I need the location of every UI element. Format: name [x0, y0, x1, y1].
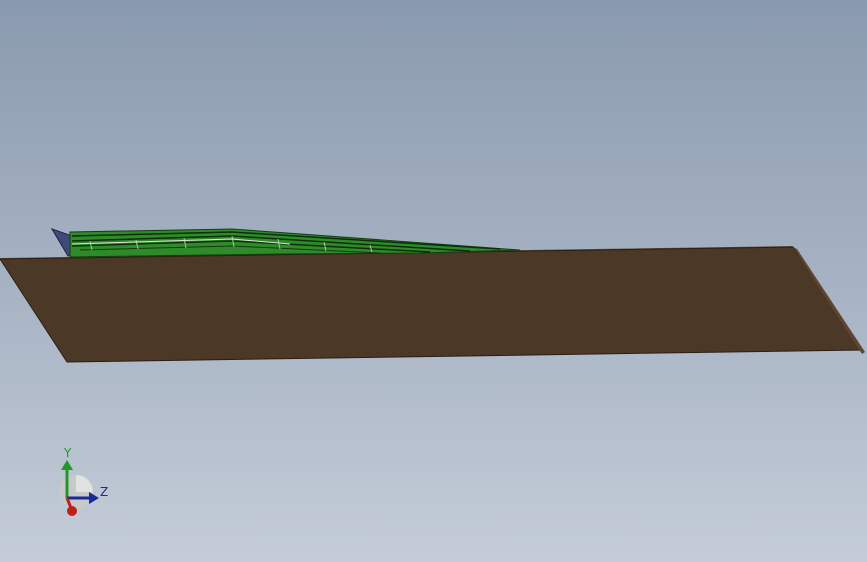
x-axis-arrow-icon [67, 506, 77, 516]
y-axis-arrow-icon [61, 460, 73, 470]
z-axis-label: Z [100, 485, 108, 499]
plate-body[interactable] [0, 246, 863, 363]
triad-sphere-shade [76, 475, 93, 492]
y-axis-label: Y [63, 446, 72, 460]
graphics-viewport[interactable]: Y Z [0, 0, 867, 562]
coordinate-triad[interactable]: Y Z [40, 440, 120, 525]
model-scene[interactable] [0, 0, 867, 562]
z-axis-arrow-icon [89, 492, 99, 504]
